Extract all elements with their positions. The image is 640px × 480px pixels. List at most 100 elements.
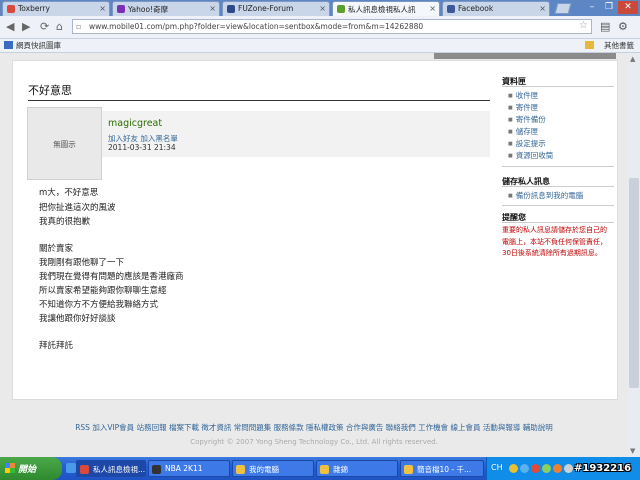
page-menu-icon[interactable]: ▤ xyxy=(600,20,610,33)
tab-private-message[interactable]: 私人訊息檢視私人訊 × xyxy=(332,1,440,16)
tray-app-icon[interactable] xyxy=(553,464,562,473)
tab-favicon xyxy=(117,5,125,13)
scroll-up-icon[interactable]: ▲ xyxy=(630,55,635,63)
tab-title: Facebook xyxy=(458,4,494,13)
task-label: 我的電腦 xyxy=(249,465,279,474)
back-icon[interactable]: ◀ xyxy=(6,20,14,33)
browser-toolbar: ◀ ▶ ⟳ ⌂ ▫ www.mobile01.com/pm.php?folder… xyxy=(0,16,640,39)
sidebar-item-trash[interactable]: 資源回收筒 xyxy=(508,150,554,161)
sidebar-item-backup[interactable]: 備份訊息到我的電腦 xyxy=(508,190,584,201)
task-private-message[interactable]: 私人訊息檢視... xyxy=(76,460,146,477)
message-line: 拜託拜託 xyxy=(39,341,74,351)
tab-close-icon[interactable]: × xyxy=(539,4,546,13)
task-label: 雜錦 xyxy=(333,465,348,474)
title-divider xyxy=(28,100,490,101)
task-folder[interactable]: 雜錦 xyxy=(316,460,398,477)
tray-volume-icon[interactable] xyxy=(564,464,573,473)
message-line: 我剛剛有跟他聊了一下 xyxy=(39,258,125,268)
tray-emoji-icon[interactable] xyxy=(509,464,518,473)
message-line: 所以賣家希望能夠跟你聊聊生意經 xyxy=(39,286,167,296)
tab-favicon xyxy=(337,5,345,13)
sidebar-divider xyxy=(502,222,614,223)
message-line: 把你扯進這次的風波 xyxy=(39,203,116,213)
sidebar-divider xyxy=(502,166,614,167)
reminder-text: 重要的私人訊息請儲存於您自己的電腦上，本站不負任何保管責任，30日後系統清除所有… xyxy=(502,226,607,257)
footer-links[interactable]: RSS 加入VIP會員 站務回報 檔案下載 徵才資訊 常問問題集 服務條款 隱私… xyxy=(0,422,628,433)
message-line: 我真的很抱歉 xyxy=(39,217,91,227)
folder-icon xyxy=(585,41,594,49)
top-banner xyxy=(434,53,616,59)
other-bookmarks[interactable]: 其他書籤 xyxy=(604,40,634,51)
task-label: NBA 2K11 xyxy=(165,464,203,473)
tab-fuzone[interactable]: FUZone-Forum × xyxy=(222,1,330,16)
tab-close-icon[interactable]: × xyxy=(209,4,216,13)
task-icon xyxy=(80,465,89,474)
windows-logo-icon xyxy=(5,463,15,473)
reload-icon[interactable]: ⟳ xyxy=(40,20,49,33)
sidebar-divider xyxy=(502,205,614,206)
tab-title: FUZone-Forum xyxy=(238,4,294,13)
page-icon: ▫ xyxy=(76,22,82,31)
bookmark-star-icon[interactable]: ☆ xyxy=(579,20,588,31)
quicklaunch-icon[interactable] xyxy=(66,463,76,473)
task-icon xyxy=(236,465,245,474)
tab-title: Toxberry xyxy=(18,4,50,13)
start-button[interactable]: 開始 xyxy=(0,457,62,480)
sidebar-item-savebox[interactable]: 儲存匣 xyxy=(508,126,539,137)
task-nba2k11[interactable]: NBA 2K11 xyxy=(148,460,230,477)
task-audio-file[interactable]: 簡音檔10 - 千... xyxy=(400,460,484,477)
tray-network-icon[interactable] xyxy=(520,464,529,473)
new-tab-button[interactable] xyxy=(554,3,572,14)
task-icon xyxy=(404,465,413,474)
tab-yahoo[interactable]: Yahoo!奇摩 × xyxy=(112,1,220,16)
task-label: 私人訊息檢視... xyxy=(93,465,145,474)
scroll-down-icon[interactable]: ▼ xyxy=(630,447,635,455)
sidebar-item-outbox[interactable]: 寄件備份 xyxy=(508,114,546,125)
tab-title: Yahoo!奇摩 xyxy=(128,5,169,14)
message-title: 不好意思 xyxy=(28,84,72,97)
tab-close-icon[interactable]: × xyxy=(319,4,326,13)
sidebar-item-settings[interactable]: 設定提示 xyxy=(508,138,546,149)
bookmarks-bar: 網頁快訊圖庫 其他書籤 xyxy=(0,39,640,53)
tab-toxberry[interactable]: Toxberry × xyxy=(2,1,110,16)
sidebar-divider xyxy=(502,86,614,87)
avatar: 無圖示 xyxy=(27,107,102,180)
home-icon[interactable]: ⌂ xyxy=(56,20,63,33)
sender-username[interactable]: magicgreat xyxy=(108,118,162,129)
bookmark-icon xyxy=(4,41,13,49)
task-my-computer[interactable]: 我的電腦 xyxy=(232,460,314,477)
message-line: m大，不好意思 xyxy=(39,188,99,198)
task-icon xyxy=(320,465,329,474)
message-line: 關於賣家 xyxy=(39,244,74,254)
tray-app-icon[interactable] xyxy=(542,464,551,473)
tab-close-icon[interactable]: × xyxy=(429,4,436,13)
wrench-icon[interactable]: ⚙ xyxy=(618,20,628,33)
start-label: 開始 xyxy=(18,465,37,475)
tab-favicon xyxy=(447,5,455,13)
sidebar-item-sentbox[interactable]: 寄件匣 xyxy=(508,102,539,113)
minimize-icon[interactable]: – xyxy=(584,1,600,14)
tab-favicon xyxy=(7,5,15,13)
copyright: Copyright © 2007 Yong Sheng Technology C… xyxy=(190,438,438,446)
task-icon xyxy=(152,465,161,474)
tab-title: 私人訊息檢視私人訊 xyxy=(348,5,416,14)
address-bar[interactable]: ▫ www.mobile01.com/pm.php?folder=view&lo… xyxy=(72,19,592,34)
scrollbar[interactable]: ▲ ▼ xyxy=(628,53,640,457)
window-close-icon[interactable]: ✕ xyxy=(618,1,638,14)
tab-close-icon[interactable]: × xyxy=(99,4,106,13)
tray-security-icon[interactable] xyxy=(531,464,540,473)
maximize-icon[interactable]: ❐ xyxy=(601,1,617,14)
tab-facebook[interactable]: Facebook × xyxy=(442,1,550,16)
message-line: 我們現在覺得有問題的應該是香港廠商 xyxy=(39,272,184,282)
avatar-placeholder: 無圖示 xyxy=(53,140,76,149)
url-text: www.mobile01.com/pm.php?folder=view&loca… xyxy=(89,22,424,31)
language-indicator[interactable]: CH xyxy=(491,463,503,472)
sidebar-divider xyxy=(502,186,614,187)
watermark: #1932216 xyxy=(574,463,632,474)
scroll-thumb[interactable] xyxy=(629,178,639,388)
bookmark-webslice[interactable]: 網頁快訊圖庫 xyxy=(16,40,61,51)
sidebar-item-inbox[interactable]: 收件匣 xyxy=(508,90,539,101)
forward-icon[interactable]: ▶ xyxy=(22,20,30,33)
task-label: 簡音檔10 - 千... xyxy=(417,465,472,474)
message-line: 我讓他跟你好好談談 xyxy=(39,314,116,324)
